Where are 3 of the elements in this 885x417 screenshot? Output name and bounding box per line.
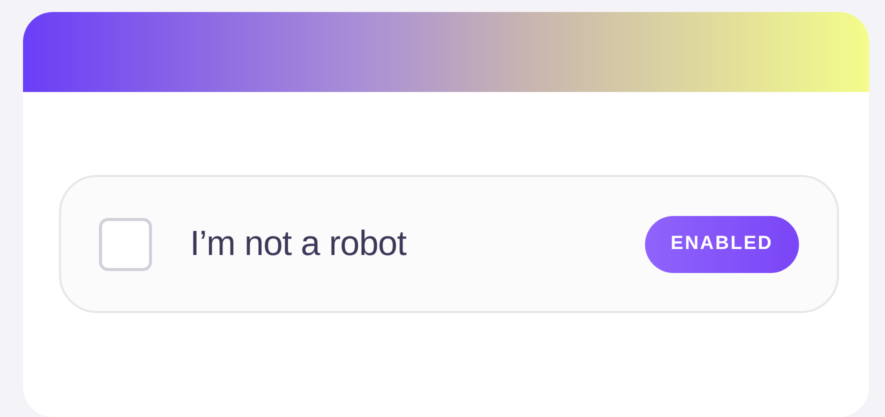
checkbox-label: I’m not a robot xyxy=(190,222,406,265)
checkbox[interactable] xyxy=(99,218,152,270)
status-badge: ENABLED xyxy=(644,216,799,272)
